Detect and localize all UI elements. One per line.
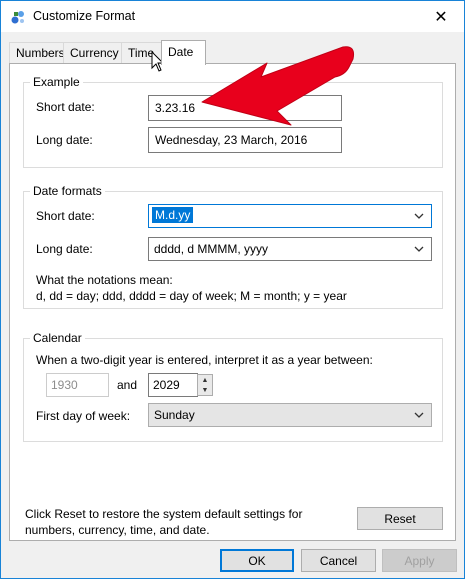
example-long-date-value: Wednesday, 23 March, 2016	[148, 127, 342, 153]
calendar-group-title: Calendar	[30, 331, 85, 345]
control-panel-icon	[11, 11, 24, 24]
window-title: Customize Format	[33, 9, 136, 23]
reset-button[interactable]: Reset	[357, 507, 443, 530]
customize-format-dialog: Customize Format ✕ Numbers Currency Time…	[0, 0, 465, 579]
chevron-down-icon[interactable]	[412, 241, 426, 257]
example-group: Example Short date: 3.23.16 Long date: W…	[23, 75, 443, 168]
example-long-date-label: Long date:	[36, 133, 93, 147]
close-icon: ✕	[434, 8, 448, 26]
calendar-group: Calendar When a two-digit year is entere…	[23, 331, 443, 442]
example-short-date-value: 3.23.16	[148, 95, 342, 121]
notations-text: d, dd = day; ddd, dddd = day of week; M …	[36, 289, 347, 303]
year-from-field: 1930	[46, 373, 109, 397]
first-day-of-week-combo[interactable]: Sunday	[148, 403, 432, 427]
date-formats-group-title: Date formats	[30, 184, 105, 198]
first-day-of-week-label: First day of week:	[36, 409, 131, 423]
title-bar: Customize Format ✕	[1, 1, 464, 32]
tab-currency[interactable]: Currency	[63, 42, 122, 64]
year-to-spinner[interactable]: ▲ ▼	[197, 374, 213, 396]
example-short-date-label: Short date:	[36, 100, 95, 114]
spin-down-icon[interactable]: ▼	[198, 385, 212, 395]
chevron-down-icon[interactable]	[412, 407, 426, 423]
and-label: and	[117, 378, 138, 392]
year-to-field[interactable]: 2029	[148, 373, 198, 397]
short-date-format-label: Short date:	[36, 209, 95, 223]
short-date-format-combo[interactable]: M.d.yy	[148, 204, 432, 228]
cancel-button[interactable]: Cancel	[301, 549, 376, 572]
spin-up-icon[interactable]: ▲	[198, 375, 212, 385]
tab-date[interactable]: Date	[161, 40, 206, 65]
long-date-format-label: Long date:	[36, 242, 93, 256]
long-date-format-value[interactable]: dddd, d MMMM, yyyy	[154, 242, 268, 256]
short-date-format-value[interactable]: M.d.yy	[152, 207, 194, 223]
example-group-title: Example	[30, 75, 83, 89]
reset-description: Click Reset to restore the system defaul…	[25, 507, 303, 537]
date-tab-panel: Example Short date: 3.23.16 Long date: W…	[9, 63, 456, 541]
two-digit-year-text: When a two-digit year is entered, interp…	[36, 353, 373, 367]
ok-button[interactable]: OK	[220, 549, 294, 572]
first-day-of-week-value[interactable]: Sunday	[154, 408, 195, 422]
tab-numbers[interactable]: Numbers	[9, 42, 65, 64]
chevron-down-icon[interactable]	[412, 208, 426, 224]
date-formats-group: Date formats Short date: M.d.yy Long dat…	[23, 184, 443, 309]
long-date-format-combo[interactable]: dddd, d MMMM, yyyy	[148, 237, 432, 261]
notations-title: What the notations mean:	[36, 273, 173, 287]
apply-button: Apply	[382, 549, 457, 572]
close-button[interactable]: ✕	[418, 1, 464, 32]
